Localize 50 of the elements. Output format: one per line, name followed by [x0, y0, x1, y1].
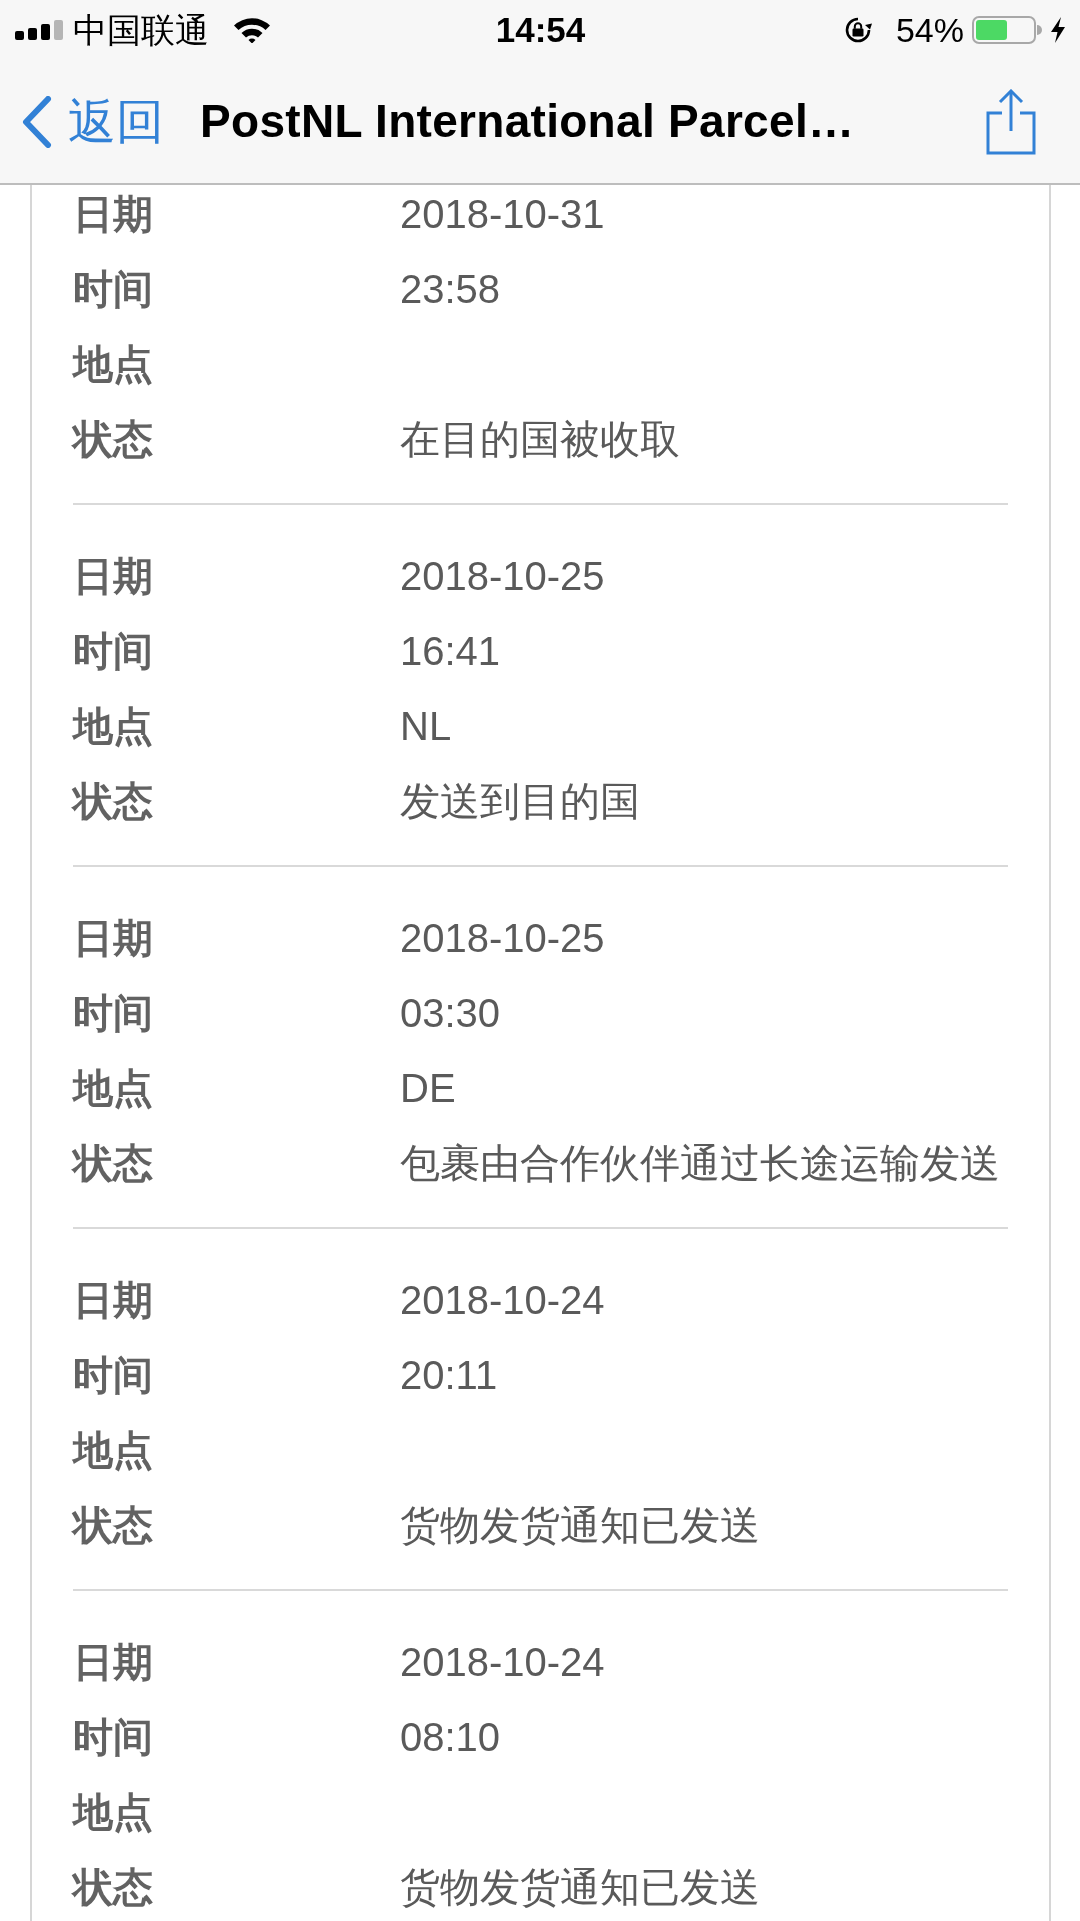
field-value: 2018-10-25	[400, 914, 605, 962]
field-label: 状态	[73, 415, 154, 463]
charging-bolt-icon	[1050, 17, 1066, 43]
field-value: 在目的国被收取	[400, 415, 680, 463]
field-label: 地点	[73, 1788, 154, 1836]
field-label: 地点	[73, 340, 154, 388]
field-label: 地点	[73, 1064, 154, 1112]
field-value: 发送到目的国	[400, 777, 640, 825]
field-value: 货物发货通知已发送	[400, 1863, 760, 1911]
field-value: NL	[400, 702, 452, 750]
field-label: 日期	[73, 552, 154, 600]
field-label: 时间	[73, 1713, 154, 1761]
field-label: 地点	[73, 702, 154, 750]
field-value: 23:58	[400, 265, 501, 313]
field-value: 16:41	[400, 627, 501, 675]
share-icon	[986, 88, 1036, 155]
carrier-name: 中国联通	[73, 9, 209, 51]
field-label: 状态	[73, 777, 154, 825]
field-label: 日期	[73, 190, 154, 238]
field-label: 时间	[73, 627, 154, 675]
share-button[interactable]	[986, 88, 1036, 155]
field-value: 03:30	[400, 989, 501, 1037]
field-label: 时间	[73, 265, 154, 313]
status-time: 14:54	[495, 8, 586, 51]
field-value: 包裹由合作伙伴通过长途运输发送	[400, 1139, 1000, 1187]
battery-icon	[972, 16, 1042, 44]
field-value: 2018-10-24	[400, 1276, 605, 1324]
signal-strength-icon	[15, 20, 65, 40]
nav-title: PostNL International Parcel…	[200, 94, 856, 149]
field-value: 20:11	[400, 1351, 498, 1399]
field-label: 日期	[73, 914, 154, 962]
chevron-left-icon	[22, 95, 52, 148]
field-label: 日期	[73, 1276, 154, 1324]
field-value: 2018-10-24	[400, 1638, 605, 1686]
battery-percentage: 54%	[895, 9, 964, 51]
field-label: 时间	[73, 989, 154, 1037]
field-value: 2018-10-31	[400, 190, 605, 238]
field-label: 时间	[73, 1351, 154, 1399]
field-value: 货物发货通知已发送	[400, 1501, 760, 1549]
field-value: 2018-10-25	[400, 552, 605, 600]
rotation-lock-icon	[843, 16, 872, 44]
field-value: 08:10	[400, 1713, 501, 1761]
field-label: 状态	[73, 1501, 154, 1549]
field-label: 状态	[73, 1139, 154, 1187]
field-label: 地点	[73, 1426, 154, 1474]
field-label: 日期	[73, 1638, 154, 1686]
field-label: 状态	[73, 1863, 154, 1911]
wifi-icon	[233, 17, 271, 43]
back-button[interactable]: 返回	[22, 95, 164, 148]
field-value: DE	[400, 1064, 456, 1112]
